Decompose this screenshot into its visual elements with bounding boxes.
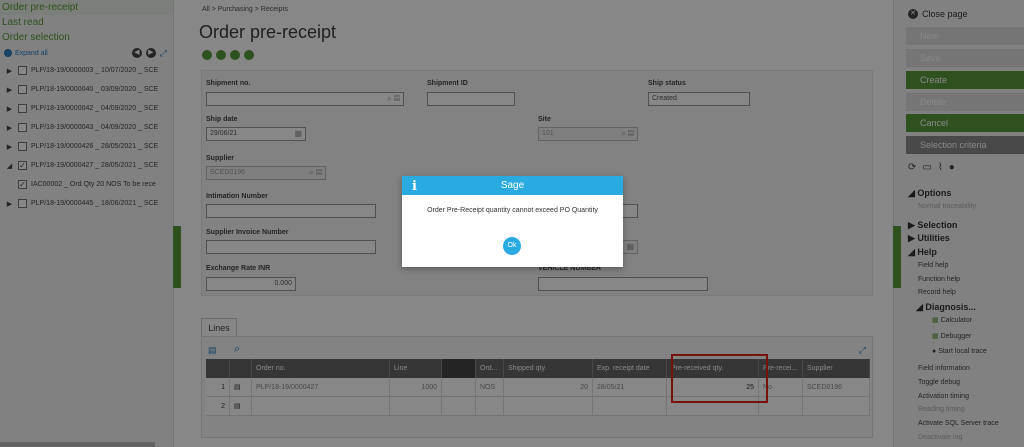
info-icon: i bbox=[412, 179, 417, 194]
dialog-message: Order Pre-Receipt quantity cannot exceed… bbox=[427, 207, 598, 214]
app-window: Order pre-receipt Last read Order select… bbox=[0, 0, 1024, 447]
dialog-title: Sage bbox=[500, 180, 525, 191]
message-dialog: i Sage Order Pre-Receipt quantity cannot… bbox=[402, 176, 623, 267]
dialog-header: i Sage bbox=[402, 176, 623, 195]
ok-button[interactable]: Ok bbox=[503, 237, 521, 255]
